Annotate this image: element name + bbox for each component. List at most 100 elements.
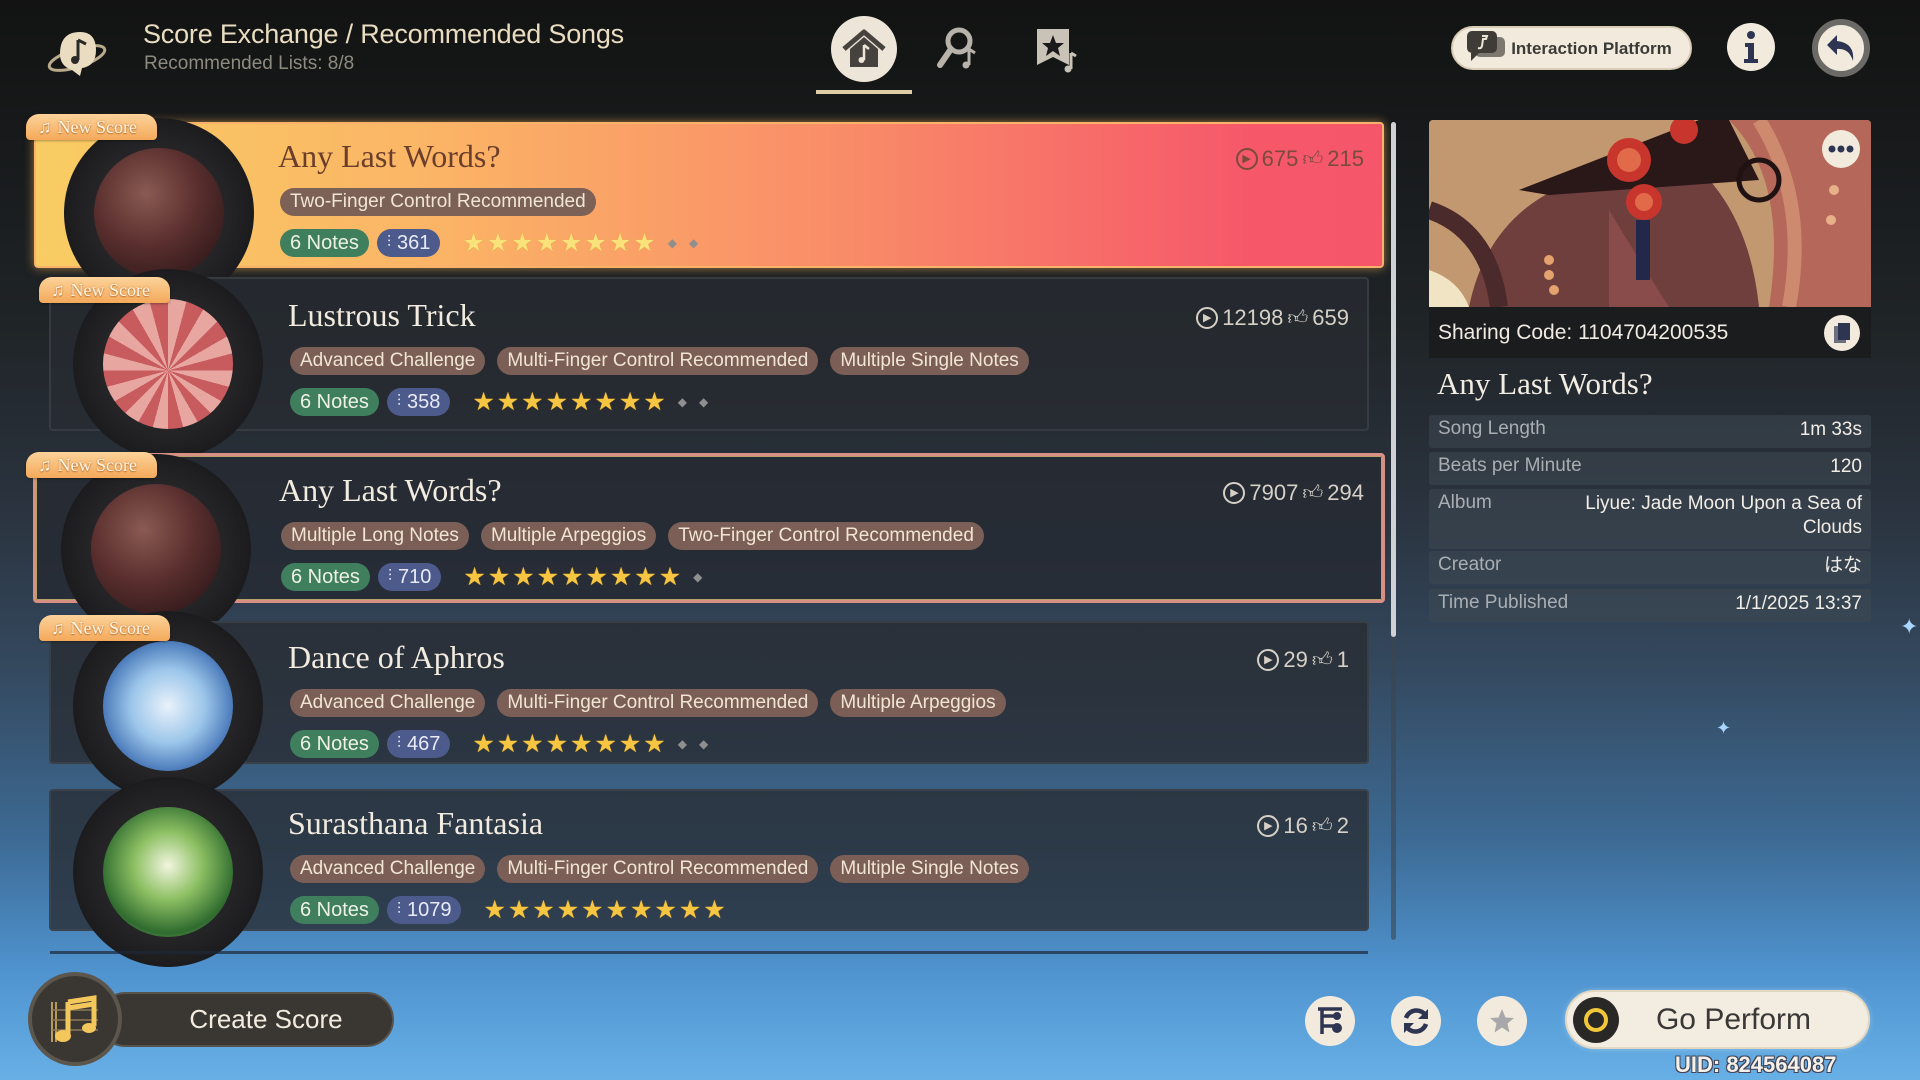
difficulty-star: ★ <box>618 387 642 416</box>
create-score-pill[interactable]: Create Score <box>98 992 394 1047</box>
song-row[interactable]: ♫ New Score Dance of Aphros ▶ 29 👍︎ 1 Advanc… <box>39 611 1369 801</box>
difficulty-star: ★ <box>634 562 657 591</box>
info-row: Song Length 1m 33s <box>1429 415 1871 448</box>
difficulty-empty-dot: ◆ <box>667 236 677 250</box>
go-perform-button[interactable]: Go Perform <box>1565 990 1870 1049</box>
difficulty-star: ★ <box>608 228 632 257</box>
info-button[interactable] <box>1727 23 1775 71</box>
difficulty-empty-dot: ◆ <box>688 236 699 250</box>
difficulty-star: ★ <box>487 562 511 591</box>
copy-sharing-code-button[interactable] <box>1824 315 1860 351</box>
sharing-code-bar: Sharing Code: 1104704200535 <box>1429 307 1871 358</box>
notes-badge: 6 Notes <box>280 229 369 257</box>
create-score-label: Create Score <box>189 1004 343 1034</box>
difficulty-empty-dot: ◆ <box>677 395 687 409</box>
new-score-badge: ♫ New Score <box>39 277 170 303</box>
favorite-button[interactable] <box>1477 996 1527 1046</box>
music-notes-icon: ♫ <box>38 454 52 475</box>
note-count-badge: ⫶ 467 <box>386 730 451 758</box>
info-icon <box>1744 31 1758 63</box>
song-tag: Two-Finger Control Recommended <box>280 188 596 216</box>
note-count-badge: ⫶ 710 <box>377 563 442 591</box>
notes-badge: 6 Notes <box>290 730 379 758</box>
difficulty-star: ★ <box>560 228 583 257</box>
note-count-badge: ⫶ 1079 <box>386 896 462 924</box>
like-count: 659 <box>1312 305 1349 330</box>
play-count: 7907 <box>1249 480 1299 505</box>
difficulty-rating: ★ ★ ★ ★ ★ ★ ★ ★ ◆ ◆ <box>462 229 698 257</box>
search-music-icon <box>937 27 976 69</box>
new-score-badge: ♫ New Score <box>26 452 157 478</box>
difficulty-star: ★ <box>486 228 510 257</box>
like-count: 215 <box>1327 146 1364 171</box>
sparkle-decoration: ✦ <box>1900 615 1919 640</box>
song-tags: Advanced Challenge Multi-Finger Control R… <box>290 347 1029 375</box>
new-score-badge: ♫ New Score <box>39 615 170 641</box>
song-meta: 6 Notes ⫶ 361 ★ ★ ★ ★ ★ ★ ★ ★ ◆ ◆ <box>280 229 698 257</box>
difficulty-star: ★ <box>618 729 642 758</box>
tab-favorites[interactable] <box>1022 16 1088 82</box>
difficulty-star: ★ <box>512 562 535 591</box>
back-button[interactable] <box>1812 19 1870 77</box>
difficulty-star: ★ <box>545 729 569 758</box>
active-tab-indicator <box>816 90 912 94</box>
song-meta: 6 Notes ⫶ 1079 ★ ★ ★ ★ ★ ★ ★ ★ ★ ★ <box>290 896 726 924</box>
song-tag: Advanced Challenge <box>290 855 486 883</box>
notes-badge: 6 Notes <box>281 563 370 591</box>
song-row[interactable]: Surasthana Fantasia ▶ 16 👍︎ 2 Advanced Cha… <box>49 777 1369 967</box>
note-count-badge: ⫶ 361 <box>376 229 441 257</box>
new-score-badge: ♫ New Score <box>26 114 157 140</box>
filter-button[interactable] <box>1305 996 1355 1046</box>
difficulty-star: ★ <box>658 562 682 591</box>
like-icon: 👍︎ <box>1302 148 1324 170</box>
difficulty-star: ★ <box>594 387 617 416</box>
difficulty-empty-dot: ◆ <box>698 737 709 751</box>
sharing-code: Sharing Code: 1104704200535 <box>1438 320 1729 344</box>
difficulty-rating: ★ ★ ★ ★ ★ ★ ★ ★ ◆ ◆ <box>472 388 708 416</box>
refresh-icon <box>1403 1008 1429 1034</box>
difficulty-star: ★ <box>643 387 666 416</box>
like-count: 294 <box>1327 480 1364 505</box>
info-value: 1m 33s <box>1799 419 1862 440</box>
song-tags: Advanced Challenge Multi-Finger Control R… <box>290 689 1006 717</box>
song-row[interactable]: ♫ New Score Any Last Words? ▶ 7907 👍︎ 294 Mu… <box>26 452 1385 644</box>
like-count: 2 <box>1336 813 1349 838</box>
like-count: 1 <box>1336 647 1349 672</box>
info-value: Liyue: Jade Moon Upon a Sea of Clouds <box>1585 493 1862 538</box>
difficulty-star: ★ <box>463 562 486 591</box>
note-count: 1079 <box>406 899 452 921</box>
song-cover-art <box>1429 120 1871 307</box>
tab-search[interactable] <box>926 16 992 82</box>
page-title: Score Exchange / Recommended Songs <box>143 19 624 49</box>
like-icon: 👍︎ <box>1302 482 1324 504</box>
info-value: 1/1/2025 13:37 <box>1735 593 1862 614</box>
ellipsis-icon <box>1828 145 1854 153</box>
difficulty-star: ★ <box>507 895 531 924</box>
difficulty-star: ★ <box>521 729 544 758</box>
note-count-icon: ⫶ <box>386 234 391 251</box>
info-row: Time Published 1/1/2025 13:37 <box>1429 589 1871 622</box>
like-icon: 👍︎ <box>1311 815 1333 837</box>
song-tags: Multiple Long Notes Multiple Arpeggios Two… <box>281 522 984 550</box>
song-row[interactable]: ♫ New Score Any Last Words? ▶ 675 👍︎ 215 Two… <box>26 114 1384 308</box>
song-character-art <box>103 641 233 771</box>
scrollbar-thumb[interactable] <box>1391 122 1396 637</box>
tab-home[interactable] <box>831 16 897 82</box>
song-tag: Two-Finger Control Recommended <box>668 522 984 550</box>
song-character-art <box>103 299 233 429</box>
difficulty-star: ★ <box>496 729 520 758</box>
create-score-button[interactable]: Create Score <box>28 972 394 1066</box>
detail-song-title: Any Last Words? <box>1437 366 1653 401</box>
new-score-label: New Score <box>70 279 150 300</box>
more-options-button[interactable] <box>1822 130 1860 168</box>
star-icon <box>1490 1009 1514 1033</box>
song-meta: 6 Notes ⫶ 710 ★ ★ ★ ★ ★ ★ ★ ★ ★ ◆ <box>281 563 702 591</box>
difficulty-rating: ★ ★ ★ ★ ★ ★ ★ ★ ★ ★ <box>483 896 725 924</box>
interaction-platform-button[interactable]: Interaction Platform <box>1451 26 1692 70</box>
refresh-button[interactable] <box>1391 996 1441 1046</box>
note-count-icon: ⫶ <box>396 393 401 410</box>
info-row: Beats per Minute 120 <box>1429 452 1871 485</box>
song-row[interactable]: ♫ New Score Lustrous Trick ▶ 12198 👍︎ 659 Ad… <box>39 269 1369 459</box>
music-notes-icon: ♫ <box>51 279 65 300</box>
music-notes-icon: ♫ <box>38 116 52 137</box>
